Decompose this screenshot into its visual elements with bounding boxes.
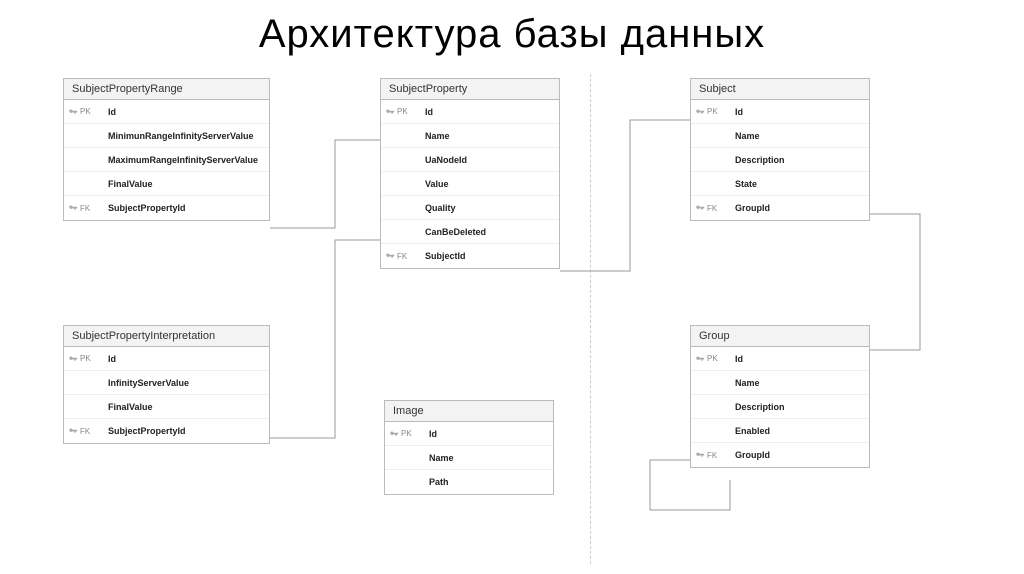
fk-key-icon: FK [68, 426, 104, 436]
field-row: FKGroupId [691, 196, 869, 220]
field-row: Description [691, 148, 869, 172]
pk-key-icon: PK [68, 107, 104, 117]
table-subjectproperty: SubjectProperty PKId Name UaNodeId Value Qua… [380, 78, 560, 269]
field-row: Description [691, 395, 869, 419]
table-subjectpropertyrange: SubjectPropertyRange PKId MinimunRangeInf… [63, 78, 270, 221]
pk-key-icon: PK [389, 429, 425, 439]
field-name: MaximumRangeInfinityServerValue [104, 155, 258, 165]
table-header: Image [385, 401, 553, 422]
fk-key-icon: FK [695, 450, 731, 460]
field-row: UaNodeId [381, 148, 559, 172]
field-name: GroupId [731, 203, 770, 213]
field-name: MinimunRangeInfinityServerValue [104, 131, 254, 141]
field-name: Name [425, 453, 454, 463]
field-row: FKSubjectPropertyId [64, 419, 269, 443]
field-name: Id [731, 107, 743, 117]
field-name: UaNodeId [421, 155, 467, 165]
table-header: Group [691, 326, 869, 347]
field-name: SubjectId [421, 251, 466, 261]
field-row: PKId [64, 347, 269, 371]
field-row: Name [381, 124, 559, 148]
field-row: CanBeDeleted [381, 220, 559, 244]
field-row: PKId [691, 347, 869, 371]
pk-key-icon: PK [695, 107, 731, 117]
field-row: MaximumRangeInfinityServerValue [64, 148, 269, 172]
field-name: Name [421, 131, 450, 141]
pk-key-icon: PK [695, 354, 731, 364]
field-name: CanBeDeleted [421, 227, 486, 237]
table-image: Image PKId Name Path [384, 400, 554, 495]
field-row: State [691, 172, 869, 196]
field-name: Enabled [731, 426, 770, 436]
field-name: Name [731, 131, 760, 141]
field-name: InfinityServerValue [104, 378, 189, 388]
field-name: Id [421, 107, 433, 117]
fk-key-icon: FK [695, 203, 731, 213]
table-subject: Subject PKId Name Description State FKGroupI… [690, 78, 870, 221]
field-row: Value [381, 172, 559, 196]
field-row: FKSubjectPropertyId [64, 196, 269, 220]
table-header: SubjectPropertyRange [64, 79, 269, 100]
field-row: MinimunRangeInfinityServerValue [64, 124, 269, 148]
field-row: Enabled [691, 419, 869, 443]
table-subjectpropertyinterpretation: SubjectPropertyInterpretation PKId Infini… [63, 325, 270, 444]
field-name: Name [731, 378, 760, 388]
field-row: Name [691, 371, 869, 395]
field-name: State [731, 179, 757, 189]
field-name: Id [104, 107, 116, 117]
table-header: SubjectProperty [381, 79, 559, 100]
field-row: Name [691, 124, 869, 148]
field-row: PKId [385, 422, 553, 446]
field-row: Quality [381, 196, 559, 220]
field-name: Description [731, 402, 785, 412]
field-name: SubjectPropertyId [104, 426, 186, 436]
table-header: SubjectPropertyInterpretation [64, 326, 269, 347]
field-row: FKGroupId [691, 443, 869, 467]
field-row: PKId [691, 100, 869, 124]
field-name: Id [104, 354, 116, 364]
field-name: Id [425, 429, 437, 439]
field-name: GroupId [731, 450, 770, 460]
field-row: PKId [64, 100, 269, 124]
field-name: SubjectPropertyId [104, 203, 186, 213]
pk-key-icon: PK [68, 354, 104, 364]
field-row: InfinityServerValue [64, 371, 269, 395]
field-row: Name [385, 446, 553, 470]
field-name: Description [731, 155, 785, 165]
fk-key-icon: FK [385, 251, 421, 261]
fk-key-icon: FK [68, 203, 104, 213]
table-header: Subject [691, 79, 869, 100]
pk-key-icon: PK [385, 107, 421, 117]
field-name: Path [425, 477, 449, 487]
field-row: FinalValue [64, 172, 269, 196]
field-row: PKId [381, 100, 559, 124]
field-name: Quality [421, 203, 456, 213]
field-name: FinalValue [104, 402, 153, 412]
table-group: Group PKId Name Description Enabled FKGroupI… [690, 325, 870, 468]
field-name: Value [421, 179, 449, 189]
field-row: FinalValue [64, 395, 269, 419]
field-row: Path [385, 470, 553, 494]
field-row: FKSubjectId [381, 244, 559, 268]
field-name: FinalValue [104, 179, 153, 189]
field-name: Id [731, 354, 743, 364]
